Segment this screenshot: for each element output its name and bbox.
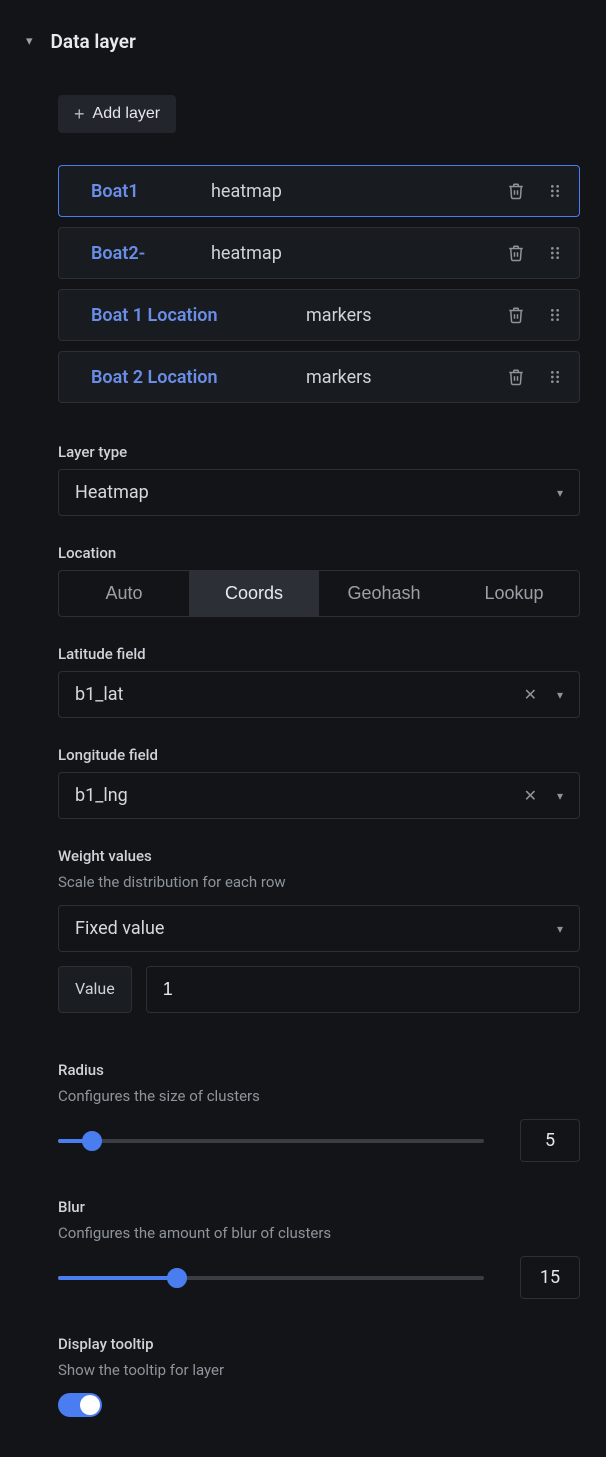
- longitude-field: Longitude field b1_lng ✕ ▾: [58, 746, 580, 819]
- longitude-value: b1_lng: [75, 785, 128, 806]
- chevron-down-icon: ▾: [557, 486, 563, 500]
- layer-type-select[interactable]: Heatmap ▾: [58, 469, 580, 516]
- layer-name: Boat 1 Location: [91, 305, 306, 326]
- blur-slider[interactable]: [58, 1270, 484, 1286]
- drag-handle-icon[interactable]: [545, 366, 565, 388]
- section-header[interactable]: ▾ Data layer: [26, 30, 580, 53]
- tooltip-desc: Show the tooltip for layer: [58, 1361, 580, 1379]
- layer-type: heatmap: [211, 181, 505, 202]
- tooltip-field: Display tooltip Show the tooltip for lay…: [58, 1335, 580, 1417]
- layer-name: Boat1: [91, 181, 211, 202]
- weight-value-input[interactable]: [146, 966, 580, 1013]
- blur-value[interactable]: 15: [520, 1256, 580, 1299]
- location-option-auto[interactable]: Auto: [59, 571, 189, 616]
- weight-field: Weight values Scale the distribution for…: [58, 847, 580, 952]
- radius-value[interactable]: 5: [520, 1119, 580, 1162]
- clear-icon[interactable]: ✕: [524, 786, 537, 805]
- trash-icon[interactable]: [505, 180, 527, 202]
- latitude-field: Latitude field b1_lat ✕ ▾: [58, 645, 580, 718]
- blur-field: Blur Configures the amount of blur of cl…: [58, 1198, 580, 1299]
- latitude-label: Latitude field: [58, 645, 580, 663]
- layer-row[interactable]: Boat 1 Locationmarkers: [58, 289, 580, 341]
- weight-mode-select[interactable]: Fixed value ▾: [58, 905, 580, 952]
- location-option-geohash[interactable]: Geohash: [319, 571, 449, 616]
- blur-label: Blur: [58, 1198, 580, 1216]
- drag-handle-icon[interactable]: [545, 304, 565, 326]
- latitude-select[interactable]: b1_lat ✕ ▾: [58, 671, 580, 718]
- trash-icon[interactable]: [505, 304, 527, 326]
- chevron-down-icon: ▾: [557, 922, 563, 936]
- radius-slider[interactable]: [58, 1133, 484, 1149]
- trash-icon[interactable]: [505, 366, 527, 388]
- location-label: Location: [58, 544, 580, 562]
- drag-handle-icon[interactable]: [545, 242, 565, 264]
- trash-icon[interactable]: [505, 242, 527, 264]
- layer-type: markers: [306, 305, 505, 326]
- clear-icon[interactable]: ✕: [524, 685, 537, 704]
- layer-type-label: Layer type: [58, 443, 580, 461]
- radius-field: Radius Configures the size of clusters 5: [58, 1061, 580, 1162]
- data-layer-panel: ▾ Data layer + Add layer Boat1heatmapBoa…: [0, 0, 606, 1457]
- section-title: Data layer: [51, 30, 136, 53]
- add-layer-button[interactable]: + Add layer: [58, 95, 176, 133]
- weight-mode-value: Fixed value: [75, 918, 164, 939]
- section-content: + Add layer Boat1heatmapBoat2-heatmapBoa…: [26, 95, 580, 1417]
- layer-name: Boat2-: [91, 243, 211, 264]
- location-option-lookup[interactable]: Lookup: [449, 571, 579, 616]
- longitude-select[interactable]: b1_lng ✕ ▾: [58, 772, 580, 819]
- weight-label: Weight values: [58, 847, 580, 865]
- layer-name: Boat 2 Location: [91, 367, 306, 388]
- chevron-down-icon: ▾: [557, 789, 563, 803]
- radius-label: Radius: [58, 1061, 580, 1079]
- plus-icon: +: [74, 105, 85, 123]
- tooltip-toggle[interactable]: [58, 1393, 102, 1417]
- drag-handle-icon[interactable]: [545, 180, 565, 202]
- layer-row[interactable]: Boat1heatmap: [58, 165, 580, 217]
- tooltip-label: Display tooltip: [58, 1335, 580, 1353]
- layer-type-value: Heatmap: [75, 482, 149, 503]
- chevron-down-icon: ▾: [26, 34, 33, 49]
- blur-desc: Configures the amount of blur of cluster…: [58, 1224, 580, 1242]
- latitude-value: b1_lat: [75, 684, 123, 705]
- location-segmented: AutoCoordsGeohashLookup: [58, 570, 580, 617]
- layer-type-field: Layer type Heatmap ▾: [58, 443, 580, 516]
- location-option-coords[interactable]: Coords: [189, 571, 319, 616]
- weight-desc: Scale the distribution for each row: [58, 873, 580, 891]
- chevron-down-icon: ▾: [557, 688, 563, 702]
- layer-type: heatmap: [211, 243, 505, 264]
- add-layer-label: Add layer: [93, 105, 161, 123]
- toggle-knob: [80, 1395, 100, 1415]
- weight-value-label: Value: [58, 966, 132, 1013]
- layer-row[interactable]: Boat 2 Locationmarkers: [58, 351, 580, 403]
- layer-row[interactable]: Boat2-heatmap: [58, 227, 580, 279]
- layer-type: markers: [306, 367, 505, 388]
- layers-list: Boat1heatmapBoat2-heatmapBoat 1 Location…: [58, 165, 580, 403]
- longitude-label: Longitude field: [58, 746, 580, 764]
- radius-desc: Configures the size of clusters: [58, 1087, 580, 1105]
- weight-value-row: Value: [58, 966, 580, 1013]
- location-field: Location AutoCoordsGeohashLookup: [58, 544, 580, 617]
